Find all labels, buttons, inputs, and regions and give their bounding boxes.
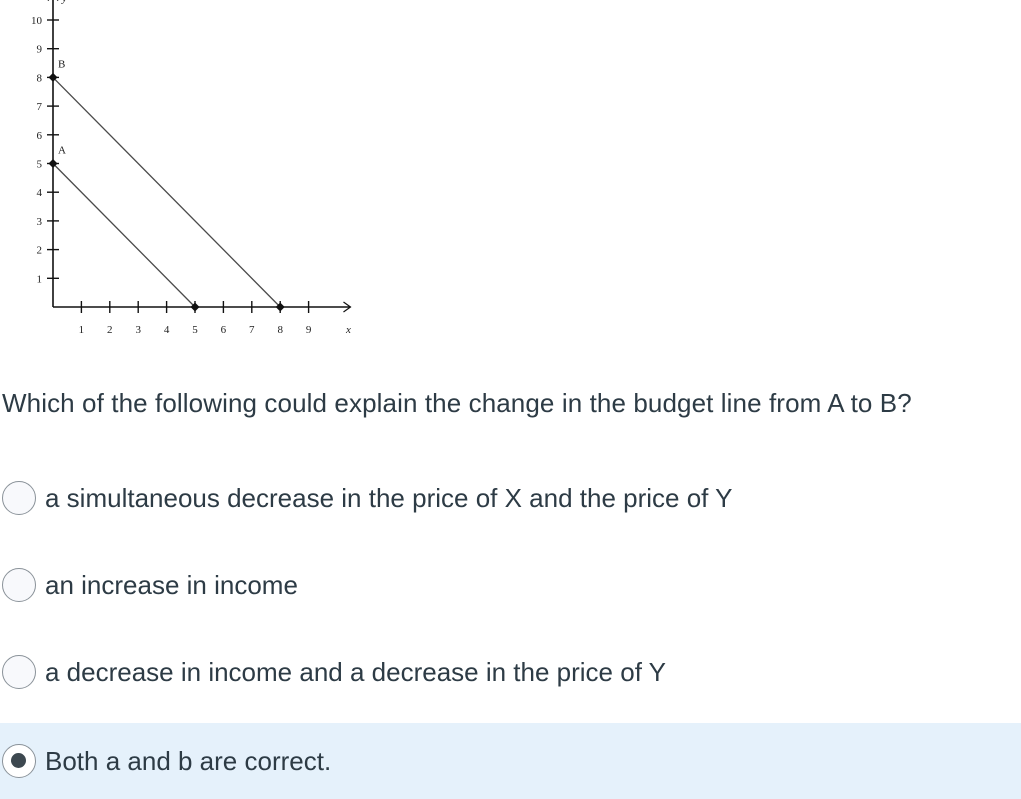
y-tick-label: 8 (37, 72, 43, 84)
radio-button[interactable] (2, 481, 36, 515)
y-tick-label: 10 (31, 15, 43, 27)
x-tick-label: 3 (135, 324, 141, 336)
y-tick-label: 1 (37, 273, 43, 285)
series (52, 76, 281, 308)
radio-button[interactable] (2, 655, 36, 689)
answer-option-d[interactable]: Both a and b are correct. (0, 723, 1021, 799)
answer-label: a decrease in income and a decrease in t… (45, 656, 667, 687)
labels: x y A B (58, 0, 351, 336)
answer-label: a simultaneous decrease in the price of … (45, 482, 733, 513)
x-tick-label: 5 (192, 324, 198, 336)
line-label-b: B (58, 58, 65, 70)
budget-line-chart: 1 2 3 4 5 6 7 8 9 1 2 3 4 5 6 7 8 9 10 x y A B (31, 0, 352, 336)
radio-button[interactable] (2, 744, 36, 778)
x-tick-label: 1 (79, 324, 85, 336)
x-tick-label: 8 (277, 324, 283, 336)
ticks: 1 2 3 4 5 6 7 8 9 1 2 3 4 5 6 7 8 9 10 (31, 15, 312, 336)
x-tick-label: 4 (164, 324, 170, 336)
radio-button[interactable] (2, 568, 36, 602)
y-axis-label: y (61, 0, 67, 5)
y-tick-label: 5 (37, 159, 43, 171)
y-tick-label: 9 (37, 44, 43, 56)
answer-option-b[interactable]: an increase in income (0, 547, 1021, 623)
x-tick-label: 2 (107, 324, 113, 336)
axes (47, 0, 352, 313)
x-axis-label: x (345, 324, 351, 336)
line-label-a: A (58, 145, 66, 157)
x-tick-label: 7 (249, 324, 255, 336)
answer-label: Both a and b are correct. (45, 745, 332, 776)
y-tick-label: 6 (37, 130, 43, 142)
y-tick-label: 4 (37, 187, 43, 199)
budget-line-b (52, 76, 281, 308)
radio-dot-icon (11, 753, 26, 768)
answer-option-c[interactable]: a decrease in income and a decrease in t… (0, 634, 1021, 710)
y-tick-label: 2 (37, 245, 43, 257)
answer-option-a[interactable]: a simultaneous decrease in the price of … (0, 460, 1021, 536)
answer-label: an increase in income (45, 569, 298, 600)
budget-line-a (52, 163, 196, 308)
y-tick-label: 3 (37, 216, 43, 228)
y-tick-label: 7 (37, 101, 43, 113)
x-tick-label: 6 (221, 324, 227, 336)
question-text: Which of the following could explain the… (2, 388, 912, 418)
x-tick-label: 9 (306, 324, 312, 336)
